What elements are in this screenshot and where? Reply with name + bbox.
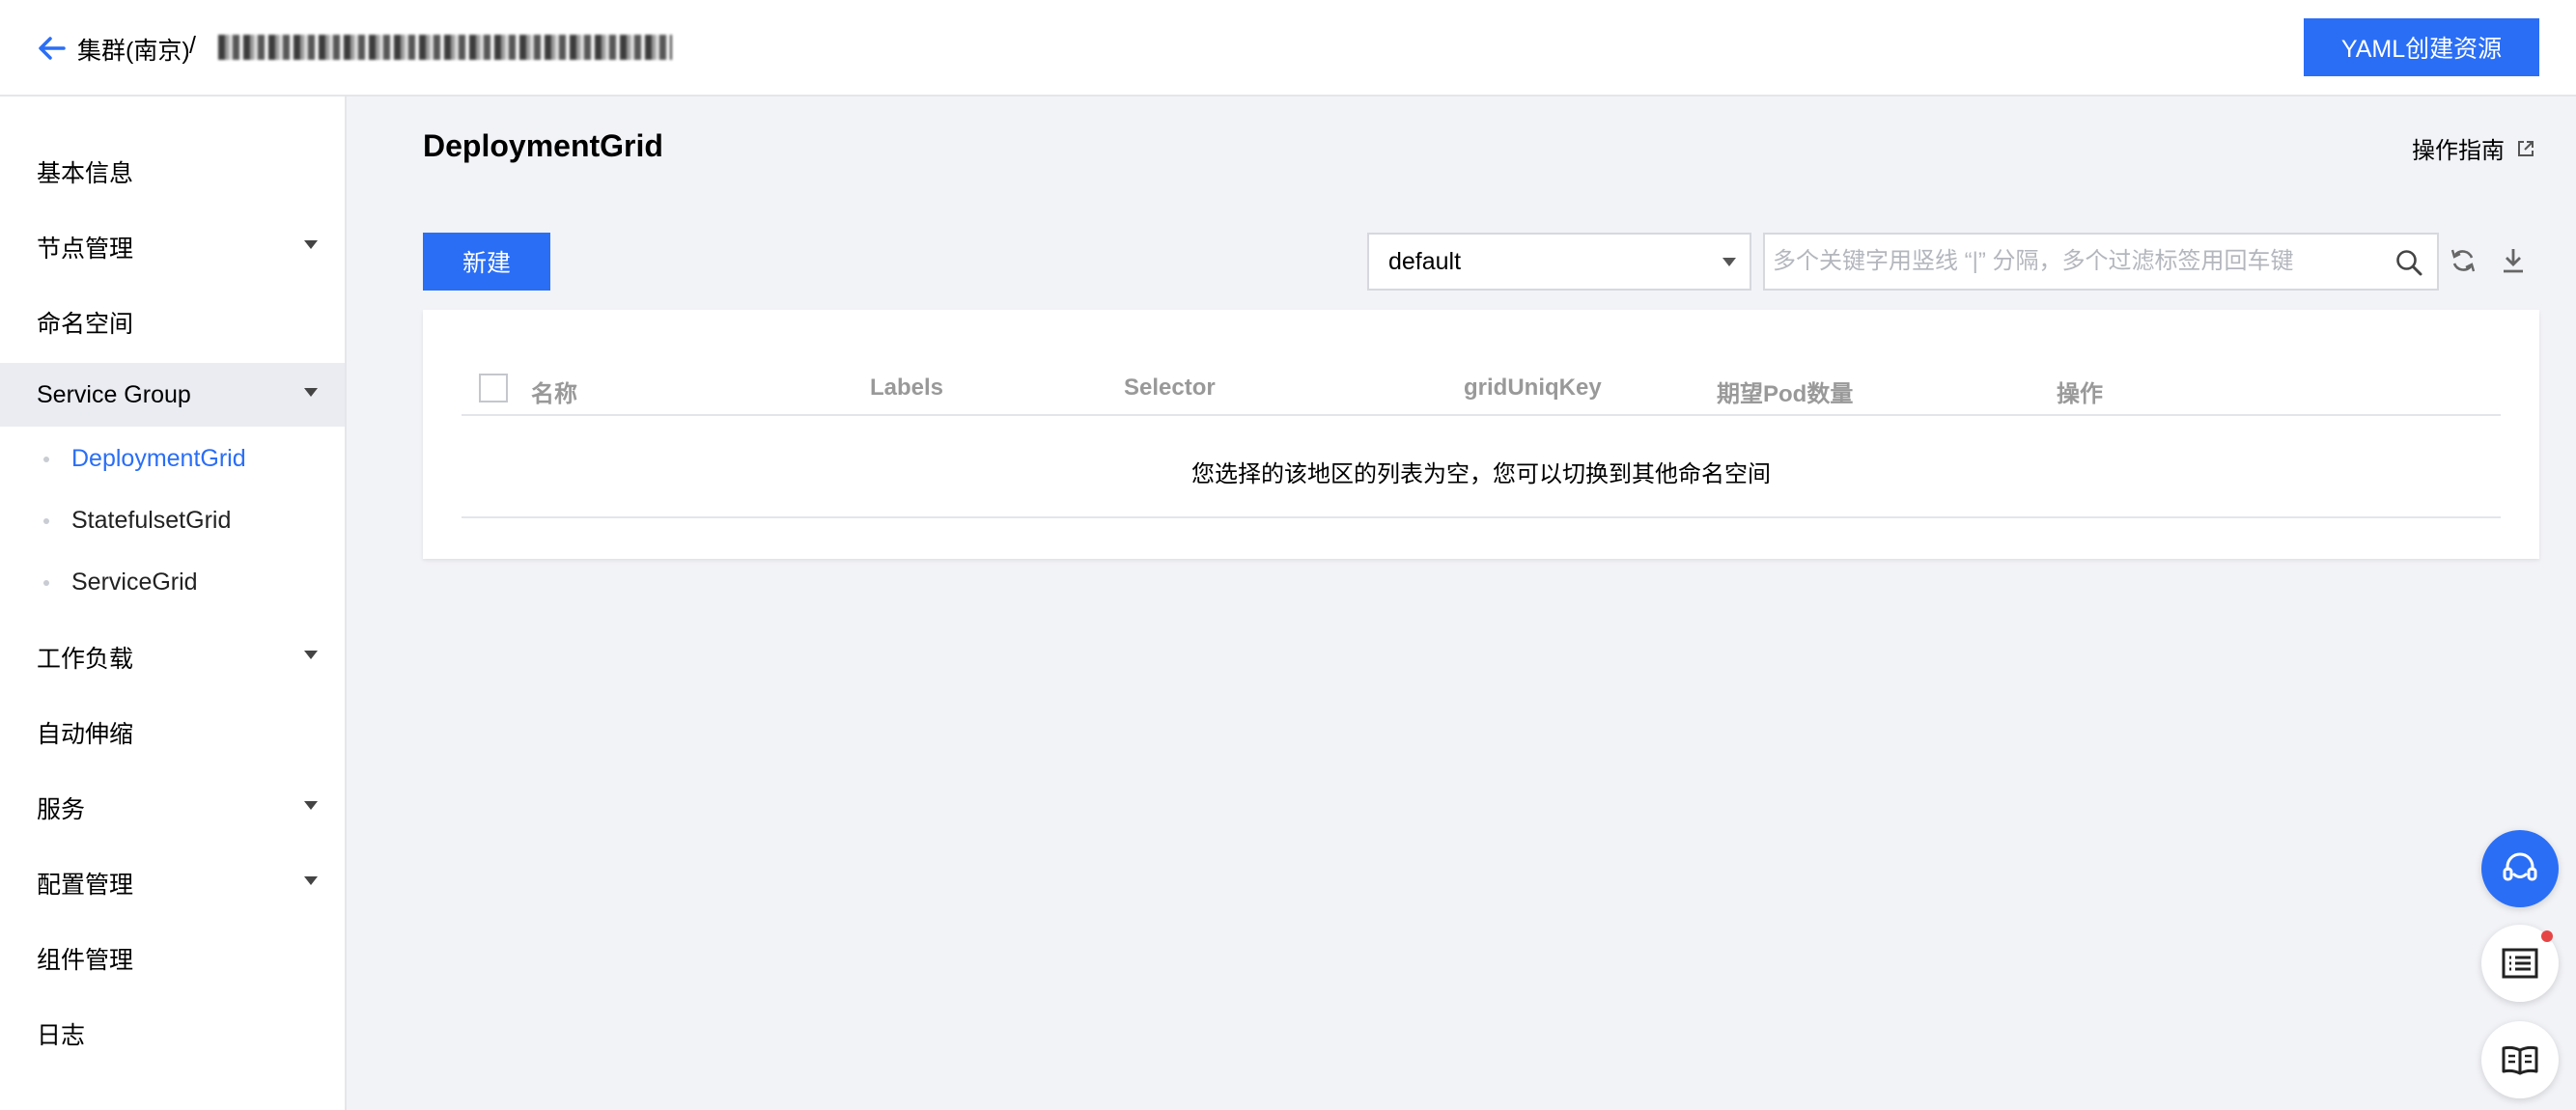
create-new-button[interactable]: 新建 xyxy=(423,233,550,291)
caret-down-icon xyxy=(304,801,318,810)
sidebar-subitem-label: ServiceGrid xyxy=(71,568,198,596)
caret-down-icon xyxy=(304,876,318,885)
bullet-dot xyxy=(43,518,49,524)
yaml-create-button[interactable]: YAML创建资源 xyxy=(2304,18,2539,76)
breadcrumb-separator: / xyxy=(189,32,196,59)
sidebar-item-label: 工作负载 xyxy=(37,646,134,673)
refresh-icon[interactable] xyxy=(2449,246,2478,275)
sidebar-subitem-deploymentgrid[interactable]: DeploymentGrid xyxy=(0,431,345,486)
sidebar-item-label: 服务 xyxy=(37,796,86,823)
namespace-select[interactable]: default xyxy=(1367,233,1751,291)
sidebar-subitem-servicegrid[interactable]: ServiceGrid xyxy=(0,555,345,609)
guide-link-label: 操作指南 xyxy=(2412,138,2505,164)
search-icon[interactable] xyxy=(2394,248,2423,277)
column-header-actions: 操作 xyxy=(2057,381,2103,407)
docs-float-button[interactable] xyxy=(2481,1021,2559,1098)
caret-down-icon xyxy=(1722,258,1736,266)
table-empty-message: 您选择的该地区的列表为空，您可以切换到其他命名空间 xyxy=(462,426,2501,518)
bullet-dot xyxy=(43,580,49,586)
sidebar-item-logs[interactable]: 日志 xyxy=(0,1002,345,1066)
caret-down-icon xyxy=(304,240,318,249)
sidebar-item-component-management[interactable]: 组件管理 xyxy=(0,927,345,990)
sidebar-item-label: 基本信息 xyxy=(37,160,134,187)
breadcrumb-cluster-id-redacted xyxy=(218,35,672,60)
guide-link[interactable]: 操作指南 xyxy=(2412,131,2535,165)
column-header-selector: Selector xyxy=(1124,375,1216,401)
sidebar-item-label: 命名空间 xyxy=(37,311,134,338)
sidebar-item-label: 节点管理 xyxy=(37,236,134,263)
sidebar-subitem-label: DeploymentGrid xyxy=(71,444,246,472)
sidebar-item-basic-info[interactable]: 基本信息 xyxy=(0,140,345,204)
sidebar-item-config-management[interactable]: 配置管理 xyxy=(0,851,345,915)
list-icon xyxy=(2502,948,2538,979)
bullet-dot xyxy=(43,457,49,462)
headset-icon xyxy=(2503,852,2537,881)
caret-down-icon xyxy=(304,651,318,659)
column-header-labels: Labels xyxy=(870,375,944,401)
sidebar-item-node-management[interactable]: 节点管理 xyxy=(0,215,345,279)
support-float-button[interactable] xyxy=(2481,830,2559,907)
download-icon[interactable] xyxy=(2499,246,2528,275)
notification-dot xyxy=(2541,930,2553,942)
sidebar-item-label: Service Group xyxy=(37,380,191,408)
sidebar-subitem-statefulsetgrid[interactable]: StatefulsetGrid xyxy=(0,493,345,547)
arrow-left-icon[interactable] xyxy=(35,31,70,66)
sidebar-item-label: 日志 xyxy=(37,1022,86,1049)
sidebar-item-workload[interactable]: 工作负载 xyxy=(0,625,345,689)
sidebar-item-service-group[interactable]: Service Group xyxy=(0,363,345,427)
search-input[interactable] xyxy=(1773,235,2371,289)
top-header: 集群(南京) / YAML创建资源 xyxy=(0,0,2576,97)
column-header-griduniqkey: gridUniqKey xyxy=(1464,375,1602,401)
column-header-name: 名称 xyxy=(531,381,577,407)
search-box xyxy=(1763,233,2439,291)
namespace-select-value: default xyxy=(1388,247,1462,275)
column-header-desired-pods: 期望Pod数量 xyxy=(1717,381,1854,407)
page-title: DeploymentGrid xyxy=(423,128,663,163)
external-link-icon xyxy=(2518,140,2534,156)
caret-down-icon xyxy=(304,388,318,397)
sidebar-item-label: 组件管理 xyxy=(37,947,134,974)
deploymentgrid-table: 名称 Labels Selector gridUniqKey 期望Pod数量 操… xyxy=(423,310,2539,559)
book-icon xyxy=(2502,1045,2538,1075)
sidebar-item-services[interactable]: 服务 xyxy=(0,776,345,840)
list-float-button[interactable] xyxy=(2481,925,2559,1002)
sidebar-item-namespace[interactable]: 命名空间 xyxy=(0,291,345,354)
select-all-checkbox[interactable] xyxy=(479,374,508,402)
sidebar-item-autoscaling[interactable]: 自动伸缩 xyxy=(0,701,345,764)
sidebar-item-label: 自动伸缩 xyxy=(37,721,134,748)
sidebar-subitem-label: StatefulsetGrid xyxy=(71,506,232,534)
sidebar-item-label: 配置管理 xyxy=(37,872,134,899)
breadcrumb-cluster[interactable]: 集群(南京) xyxy=(77,32,190,67)
sidebar: 基本信息 节点管理 命名空间 Service Group DeploymentG… xyxy=(0,97,347,1110)
